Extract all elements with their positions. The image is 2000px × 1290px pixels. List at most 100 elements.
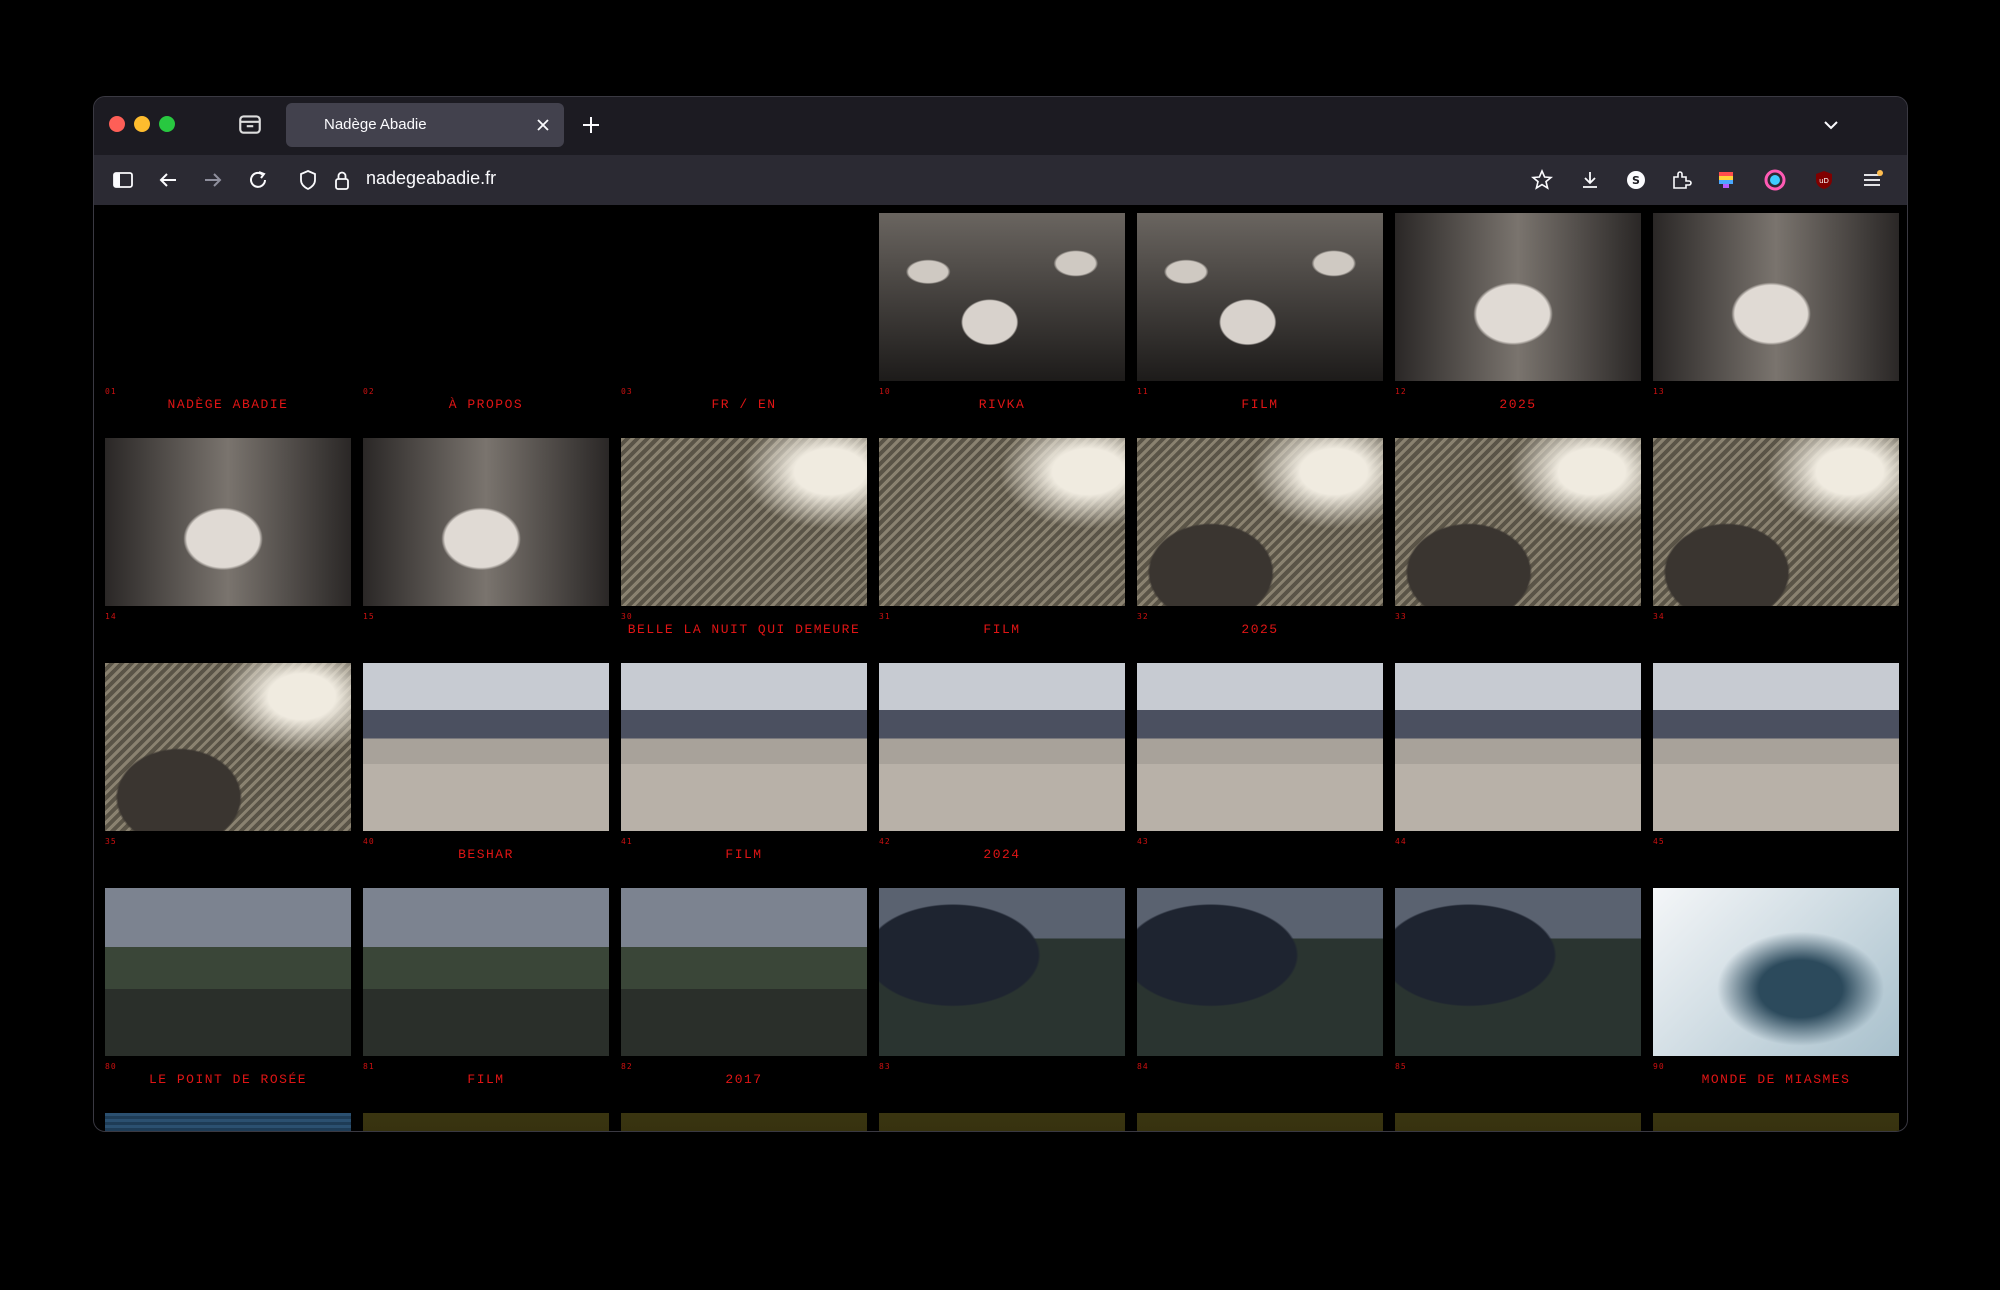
thumbnail-image[interactable] [1395,438,1641,606]
grid-cell-2025[interactable]: 32 2025 [1137,438,1383,662]
grid-cell-film[interactable]: 31 FILM [879,438,1125,662]
thumbnail-image[interactable] [879,663,1125,831]
grid-cell[interactable] [879,1113,1125,1131]
thumbnail-image[interactable] [879,213,1125,381]
thumbnail-image[interactable] [621,1113,867,1131]
cell-label[interactable]: MONDE DE MIASMES [1653,1072,1899,1087]
thumbnail-image[interactable] [879,1113,1125,1131]
thumbnail-image[interactable] [1653,888,1899,1056]
account-s-icon[interactable]: S [1625,169,1647,191]
thumbnail-image[interactable] [1137,663,1383,831]
cell-label[interactable]: FILM [879,622,1125,637]
tab-active[interactable]: Nadège Abadie [286,103,564,147]
tracking-protection-shield-icon[interactable] [297,169,319,191]
color-picker-extension-icon[interactable] [1764,169,1786,191]
grid-cell[interactable]: 43 [1137,663,1383,887]
thumbnail-image[interactable] [363,438,609,606]
grid-cell[interactable] [621,1113,867,1131]
cell-label[interactable]: RIVKA [879,397,1125,412]
thumbnail-image[interactable] [621,438,867,606]
cell-label[interactable]: 2024 [879,847,1125,862]
grid-cell-film[interactable]: 81 FILM [363,888,609,1112]
cell-label[interactable]: FR / EN [621,397,867,412]
grid-cell[interactable]: 83 [879,888,1125,1112]
grid-cell-belle-la-nuit-qui-demeure[interactable]: 30 BELLE LA NUIT QUI DEMEURE [621,438,867,662]
maximize-window-button[interactable] [159,116,175,132]
back-icon[interactable] [157,169,179,191]
thumbnail-image[interactable] [1137,888,1383,1056]
thumbnail-image[interactable] [1653,1113,1899,1131]
grid-cell-film[interactable]: 41 FILM [621,663,867,887]
download-icon[interactable] [1579,169,1601,191]
lock-icon[interactable] [331,169,353,191]
close-window-button[interactable] [109,116,125,132]
grid-cell[interactable]: 33 [1395,438,1641,662]
thumbnail-image[interactable] [1653,663,1899,831]
grid-cell-rivka[interactable]: 10 RIVKA [879,213,1125,437]
grid-cell[interactable]: 85 [1395,888,1641,1112]
grid-cell-2025[interactable]: 12 2025 [1395,213,1641,437]
grid-cell[interactable]: 34 [1653,438,1899,662]
rainbow-extension-icon[interactable] [1715,169,1737,191]
grid-cell--propos[interactable]: 02 À PROPOS [363,213,609,437]
cell-label[interactable]: 2025 [1395,397,1641,412]
chevron-down-icon[interactable] [1820,114,1842,136]
thumbnail-image[interactable] [1395,663,1641,831]
forward-icon[interactable] [202,169,224,191]
grid-cell[interactable]: 84 [1137,888,1383,1112]
tab-overview-icon[interactable] [237,111,263,137]
grid-cell[interactable] [1395,1113,1641,1131]
thumbnail-image[interactable] [621,663,867,831]
grid-cell-monde-de-miasmes[interactable]: 90 MONDE DE MIASMES [1653,888,1899,1112]
grid-cell-beshar[interactable]: 40 BESHAR [363,663,609,887]
grid-cell-2017[interactable]: 82 2017 [621,888,867,1112]
url-bar[interactable]: nadegeabadie.fr [366,168,496,189]
grid-cell[interactable] [1137,1113,1383,1131]
thumbnail-image[interactable] [105,438,351,606]
cell-label[interactable]: FILM [621,847,867,862]
thumbnail-image[interactable] [1137,1113,1383,1131]
extensions-puzzle-icon[interactable] [1670,169,1692,191]
cell-label[interactable]: FILM [1137,397,1383,412]
thumbnail-image[interactable] [1395,213,1641,381]
cell-label[interactable]: FILM [363,1072,609,1087]
bookmark-star-icon[interactable] [1531,169,1553,191]
grid-cell[interactable]: 45 [1653,663,1899,887]
grid-cell[interactable]: 13 [1653,213,1899,437]
grid-cell[interactable]: 15 [363,438,609,662]
thumbnail-image[interactable] [1137,213,1383,381]
grid-cell-le-point-de-ros-e[interactable]: 80 LE POINT DE ROSÉE [105,888,351,1112]
thumbnail-image[interactable] [1653,213,1899,381]
grid-cell-2024[interactable]: 42 2024 [879,663,1125,887]
thumbnail-image[interactable] [363,888,609,1056]
sidebar-icon[interactable] [112,169,134,191]
thumbnail-image[interactable] [105,663,351,831]
grid-cell[interactable] [105,1113,351,1131]
grid-cell[interactable]: 14 [105,438,351,662]
new-tab-icon[interactable] [580,114,602,136]
thumbnail-image[interactable] [1395,1113,1641,1131]
thumbnail-image[interactable] [879,888,1125,1056]
thumbnail-image[interactable] [363,1113,609,1131]
thumbnail-image[interactable] [1395,888,1641,1056]
cell-label[interactable]: LE POINT DE ROSÉE [105,1072,351,1087]
cell-label[interactable]: À PROPOS [363,397,609,412]
cell-label[interactable]: NADÈGE ABADIE [105,397,351,412]
minimize-window-button[interactable] [134,116,150,132]
thumbnail-image[interactable] [105,1113,351,1131]
grid-cell[interactable]: 44 [1395,663,1641,887]
thumbnail-image[interactable] [879,438,1125,606]
grid-cell[interactable]: 35 [105,663,351,887]
grid-cell-nad-ge-abadie[interactable]: 01 NADÈGE ABADIE [105,213,351,437]
grid-cell-fr-en[interactable]: 03 FR / EN [621,213,867,437]
cell-label[interactable]: 2025 [1137,622,1383,637]
thumbnail-image[interactable] [363,663,609,831]
cell-label[interactable]: 2017 [621,1072,867,1087]
menu-icon[interactable] [1861,169,1883,191]
close-tab-icon[interactable] [534,116,552,134]
grid-cell-film[interactable]: 11 FILM [1137,213,1383,437]
thumbnail-image[interactable] [105,888,351,1056]
ublock-origin-icon[interactable]: uD [1813,169,1835,191]
thumbnail-image[interactable] [621,888,867,1056]
thumbnail-image[interactable] [1653,438,1899,606]
